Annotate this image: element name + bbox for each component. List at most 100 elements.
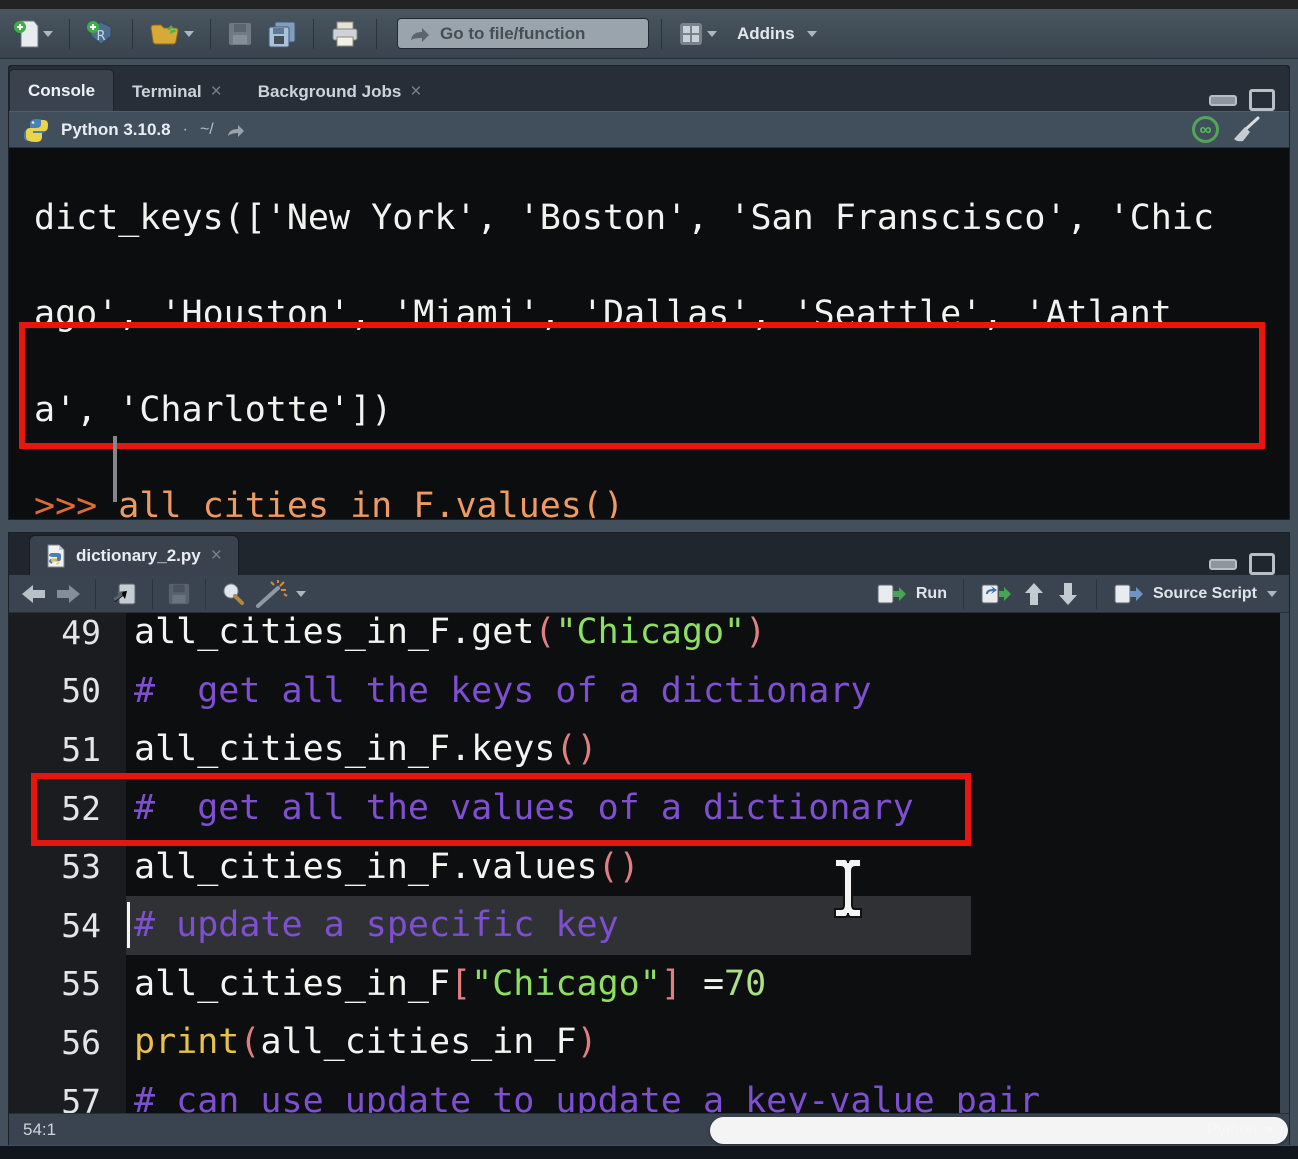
tab-console[interactable]: Console — [9, 69, 114, 111]
code-token: ) — [745, 613, 766, 652]
close-icon[interactable]: × — [211, 545, 222, 567]
line-number: 53 — [9, 837, 126, 896]
console-header: Python 3.10.8 · ~/ ∞ — [9, 111, 1289, 148]
chevron-down-icon[interactable] — [296, 591, 306, 597]
code-token: all_cities_in_F — [260, 1022, 576, 1062]
prompt: >>> — [34, 486, 118, 518]
code-editor[interactable]: 49all_cities_in_F.get("Chicago")50# get … — [9, 613, 1289, 1113]
console-tabbar: Console Terminal × Background Jobs × — [9, 66, 1289, 111]
maximize-icon[interactable] — [1249, 89, 1275, 111]
code-text: all_cities_in_F.get("Chicago") — [126, 613, 766, 662]
save-all-button[interactable] — [263, 17, 301, 51]
cursor-position: 54:1 — [23, 1120, 56, 1140]
open-file-button[interactable] — [145, 17, 198, 51]
open-directory-arrow-icon[interactable] — [226, 122, 246, 138]
up-arrow-icon[interactable] — [1022, 581, 1046, 607]
close-icon[interactable]: × — [410, 81, 421, 103]
goto-file-input[interactable]: Go to file/function — [397, 18, 649, 49]
minimize-icon[interactable] — [1209, 95, 1237, 106]
source-icon[interactable] — [1113, 582, 1143, 606]
chevron-down-icon[interactable] — [807, 31, 817, 37]
chevron-down-icon[interactable] — [1267, 591, 1277, 597]
save-all-icon — [267, 20, 297, 48]
code-line[interactable]: 53all_cities_in_F.values() — [9, 837, 1289, 896]
tab-label: Background Jobs — [258, 82, 402, 102]
toolbar-separator — [69, 19, 70, 49]
console-pane: Console Terminal × Background Jobs × Pyt… — [8, 65, 1290, 520]
rerun-icon[interactable] — [980, 582, 1012, 606]
code-token: ( — [534, 613, 555, 652]
save-button[interactable] — [223, 18, 257, 50]
code-line[interactable]: 57# can use update to update a key-value… — [9, 1072, 1289, 1113]
run-icon[interactable] — [876, 582, 906, 606]
code-token: "Chicago" — [555, 613, 745, 652]
console-output[interactable]: dict_keys(['New York', 'Boston', 'San Fr… — [9, 148, 1289, 518]
python-file-icon — [46, 544, 66, 568]
new-project-button[interactable]: R — [82, 16, 120, 52]
console-output-line: dict_keys(['New York', 'Boston', 'San Fr… — [9, 189, 1289, 247]
code-line[interactable]: 52# get all the values of a dictionary — [9, 779, 1289, 838]
down-arrow-icon[interactable] — [1056, 581, 1080, 607]
tab-dictionary-2-py[interactable]: dictionary_2.py × — [29, 535, 239, 575]
chevron-down-icon[interactable] — [184, 31, 194, 37]
code-token: all_cities_in_F.get — [134, 613, 534, 652]
code-line[interactable]: 54# update a specific key — [9, 896, 1289, 955]
editor-tabbar: dictionary_2.py × — [9, 533, 1289, 575]
new-file-button[interactable] — [10, 16, 57, 52]
print-button[interactable] — [326, 17, 364, 51]
code-token: # get all the keys of a dictionary — [134, 671, 872, 711]
search-icon[interactable] — [220, 581, 246, 607]
code-token: all_cities_in_F — [134, 964, 450, 1004]
editor-scrollbar[interactable] — [1280, 613, 1289, 1113]
console-command-line: >>> all_cities_in_F.values() — [9, 477, 1289, 518]
code-line[interactable]: 49all_cities_in_F.get("Chicago") — [9, 613, 1289, 662]
line-number: 55 — [9, 955, 126, 1014]
line-number: 54 — [9, 896, 126, 955]
addins-grid-button[interactable] — [674, 18, 721, 50]
console-output-line: a', 'Charlotte']) — [9, 381, 1289, 439]
editor-pane: dictionary_2.py × — [8, 532, 1290, 1145]
clear-console-broom-icon[interactable] — [1231, 116, 1261, 144]
toolbar-separator — [205, 579, 206, 609]
code-token: () — [598, 847, 640, 887]
back-arrow-icon[interactable] — [21, 583, 47, 605]
code-text: all_cities_in_F["Chicago"] =70 — [126, 955, 766, 1014]
new-project-icon: R — [86, 19, 116, 49]
save-icon — [227, 21, 253, 47]
line-number: 49 — [9, 613, 126, 662]
minimize-icon[interactable] — [1209, 559, 1237, 570]
working-directory[interactable]: ~/ — [200, 121, 214, 139]
console-runtime-label[interactable]: Python 3.10.8 — [61, 120, 171, 140]
code-token: ] — [661, 964, 682, 1004]
code-line[interactable]: 51all_cities_in_F.keys() — [9, 720, 1289, 779]
tab-terminal[interactable]: Terminal × — [114, 73, 240, 111]
open-folder-icon — [149, 20, 181, 48]
code-line[interactable]: 56print(all_cities_in_F) — [9, 1013, 1289, 1072]
save-icon[interactable] — [167, 582, 191, 606]
runtime-separator: · — [183, 121, 188, 139]
console-caret — [113, 436, 117, 502]
popout-icon[interactable] — [110, 581, 138, 607]
line-number: 50 — [9, 662, 126, 721]
source-script-button[interactable]: Source Script — [1153, 585, 1257, 603]
chevron-down-icon[interactable] — [43, 31, 53, 37]
code-text: print(all_cities_in_F) — [126, 1013, 598, 1072]
chevron-down-icon[interactable] — [707, 31, 717, 37]
video-progress-overlay[interactable] — [710, 1117, 1288, 1144]
close-icon[interactable]: × — [211, 81, 222, 103]
run-button[interactable]: Run — [916, 585, 947, 603]
toolbar-separator — [95, 579, 96, 609]
toolbar-separator — [152, 579, 153, 609]
magic-wand-icon[interactable] — [254, 580, 288, 608]
session-suspend-icon[interactable]: ∞ — [1192, 116, 1219, 143]
code-line[interactable]: 55all_cities_in_F["Chicago"] =70 — [9, 955, 1289, 1014]
tab-background-jobs[interactable]: Background Jobs × — [240, 73, 440, 111]
line-number: 51 — [9, 720, 126, 779]
code-text: all_cities_in_F.values() — [126, 837, 640, 896]
maximize-icon[interactable] — [1249, 553, 1275, 575]
code-token: () — [555, 729, 597, 769]
addins-menu[interactable]: Addins — [737, 24, 795, 44]
forward-arrow-icon[interactable] — [55, 583, 81, 605]
code-line[interactable]: 50# get all the keys of a dictionary — [9, 662, 1289, 721]
code-text: # get all the keys of a dictionary — [126, 662, 872, 721]
